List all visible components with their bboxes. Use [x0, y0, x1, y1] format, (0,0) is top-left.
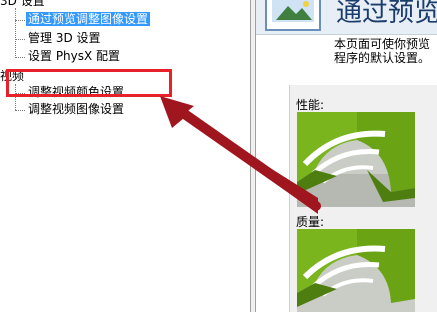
annotation-arrow-icon	[160, 96, 321, 214]
